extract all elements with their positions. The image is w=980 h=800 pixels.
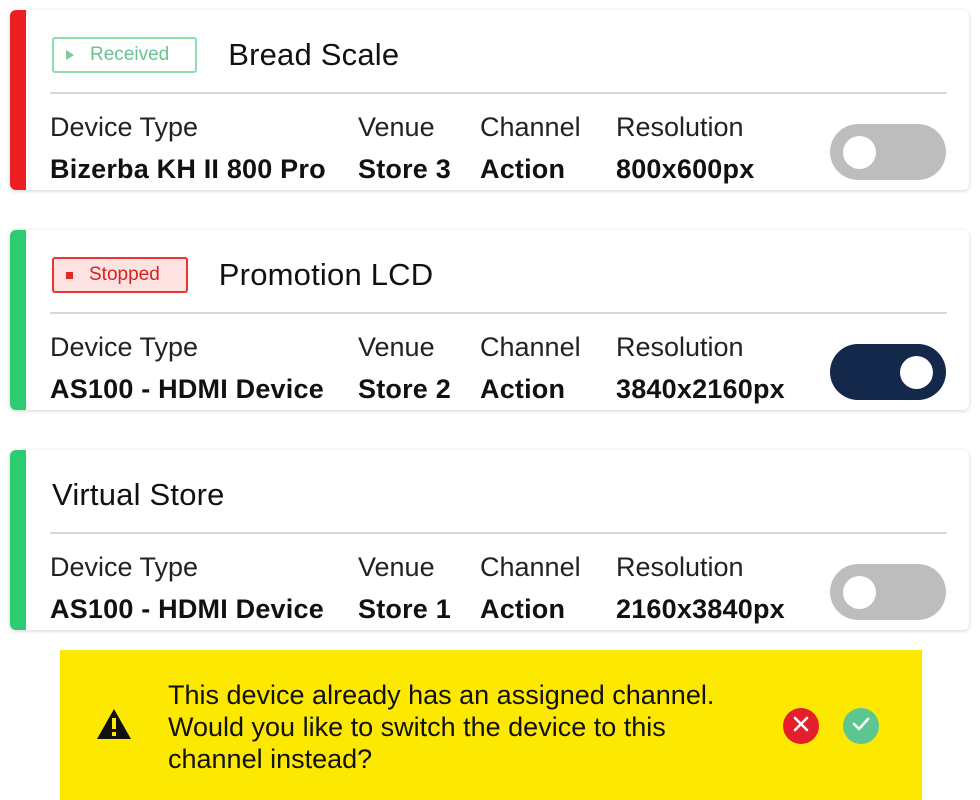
divider (50, 312, 947, 314)
field-value: AS100 - HDMI Device (50, 594, 324, 624)
status-stripe (10, 230, 26, 410)
device-enable-toggle[interactable] (830, 124, 946, 180)
field-label: Channel (480, 112, 581, 142)
device-enable-toggle[interactable] (830, 564, 946, 620)
field-value: Bizerba KH II 800 Pro (50, 154, 326, 184)
divider (50, 532, 947, 534)
field-channel: Channel Action (480, 111, 581, 185)
field-label: Venue (358, 552, 435, 582)
field-label: Venue (358, 332, 435, 362)
check-icon (851, 715, 871, 738)
field-value: Action (480, 594, 566, 624)
status-badge: Received (52, 37, 198, 73)
field-venue: Venue Store 1 (358, 551, 451, 625)
toggle-knob (843, 136, 876, 169)
field-label: Resolution (616, 552, 744, 582)
field-value: Store 2 (358, 374, 451, 404)
field-label: Venue (358, 112, 435, 142)
toggle-knob (900, 356, 933, 389)
card-header: Received Bread Scale (52, 35, 399, 75)
field-label: Channel (480, 332, 581, 362)
status-badge: Stopped (52, 257, 188, 293)
field-label: Resolution (616, 332, 744, 362)
status-stripe (10, 10, 26, 190)
device-title: Virtual Store (52, 477, 225, 512)
device-card-virtual-store: Virtual Store Device Type AS100 - HDMI D… (10, 450, 969, 630)
field-value: 2160x3840px (616, 594, 785, 624)
card-header: Stopped Promotion LCD (52, 255, 433, 295)
field-label: Channel (480, 552, 581, 582)
field-resolution: Resolution 3840x2160px (616, 331, 785, 405)
field-value: Store 3 (358, 154, 451, 184)
field-label: Device Type (50, 552, 199, 582)
toggle-knob (843, 576, 876, 609)
confirm-button[interactable] (843, 708, 879, 744)
stop-icon (66, 271, 73, 279)
field-resolution: Resolution 2160x3840px (616, 551, 785, 625)
field-value: AS100 - HDMI Device (50, 374, 324, 404)
field-device-type: Device Type Bizerba KH II 800 Pro (50, 111, 326, 185)
field-channel: Channel Action (480, 551, 581, 625)
warning-icon (96, 708, 132, 745)
channel-switch-confirm-banner: This device already has an assigned chan… (60, 650, 922, 800)
field-venue: Venue Store 2 (358, 331, 451, 405)
field-device-type: Device Type AS100 - HDMI Device (50, 551, 324, 625)
device-title: Promotion LCD (218, 257, 434, 292)
close-icon (792, 715, 810, 738)
status-badge-label: Received (90, 44, 170, 65)
field-label: Resolution (616, 112, 744, 142)
card-header: Virtual Store (52, 475, 225, 515)
field-label: Device Type (50, 332, 199, 362)
device-enable-toggle[interactable] (830, 344, 946, 400)
field-label: Device Type (50, 112, 199, 142)
field-value: Store 1 (358, 594, 451, 624)
cancel-button[interactable] (783, 708, 819, 744)
field-value: Action (480, 154, 566, 184)
play-icon (66, 50, 74, 60)
status-badge-label: Stopped (89, 264, 160, 285)
field-venue: Venue Store 3 (358, 111, 451, 185)
field-value: 800x600px (616, 154, 755, 184)
divider (50, 92, 947, 94)
field-value: 3840x2160px (616, 374, 785, 404)
field-value: Action (480, 374, 566, 404)
device-card-bread-scale: Received Bread Scale Device Type Bizerba… (10, 10, 969, 190)
device-card-promotion-lcd: Stopped Promotion LCD Device Type AS100 … (10, 230, 969, 410)
device-title: Bread Scale (228, 37, 400, 72)
status-stripe (10, 450, 26, 630)
field-device-type: Device Type AS100 - HDMI Device (50, 331, 324, 405)
banner-message: This device already has an assigned chan… (168, 680, 715, 774)
field-channel: Channel Action (480, 331, 581, 405)
field-resolution: Resolution 800x600px (616, 111, 754, 185)
